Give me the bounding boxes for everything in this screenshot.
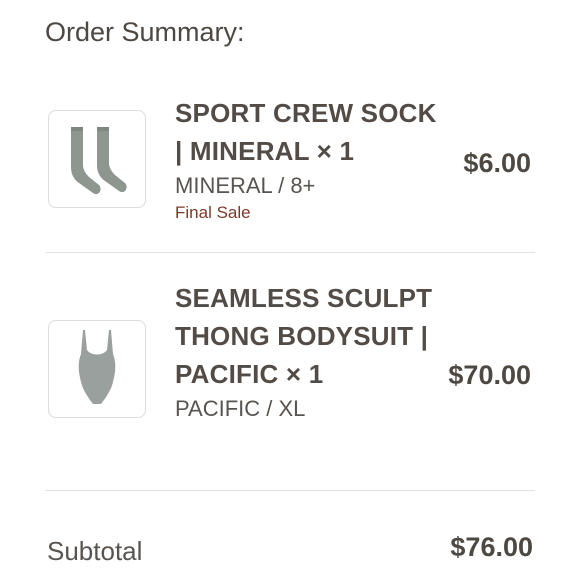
divider [45, 490, 535, 491]
order-item: SEAMLESS SCULPT THONG BODYSUIT | PACIFIC… [45, 253, 535, 490]
socks-icon [71, 127, 127, 195]
product-name: SPORT CREW SOCK | MINERAL × 1 [175, 98, 437, 166]
final-sale-badge: Final Sale [175, 203, 251, 222]
order-summary-title: Order Summary: [45, 17, 245, 47]
product-name: SEAMLESS SCULPT THONG BODYSUIT | PACIFIC… [175, 283, 433, 389]
product-price: $70.00 [448, 360, 531, 390]
product-variant: PACIFIC / XL [175, 396, 306, 421]
product-variant: MINERAL / 8+ [175, 173, 316, 198]
subtotal-value: $76.00 [450, 532, 533, 562]
product-thumbnail [48, 110, 146, 208]
product-details: SEAMLESS SCULPT THONG BODYSUIT | PACIFIC… [175, 279, 445, 425]
product-details: SPORT CREW SOCK | MINERAL × 1 MINERAL / … [175, 94, 445, 224]
order-item: SPORT CREW SOCK | MINERAL × 1 MINERAL / … [45, 92, 535, 252]
subtotal-label: Subtotal [47, 536, 143, 566]
bodysuit-icon [78, 330, 116, 404]
product-thumbnail [48, 320, 146, 418]
product-price: $6.00 [463, 148, 531, 178]
